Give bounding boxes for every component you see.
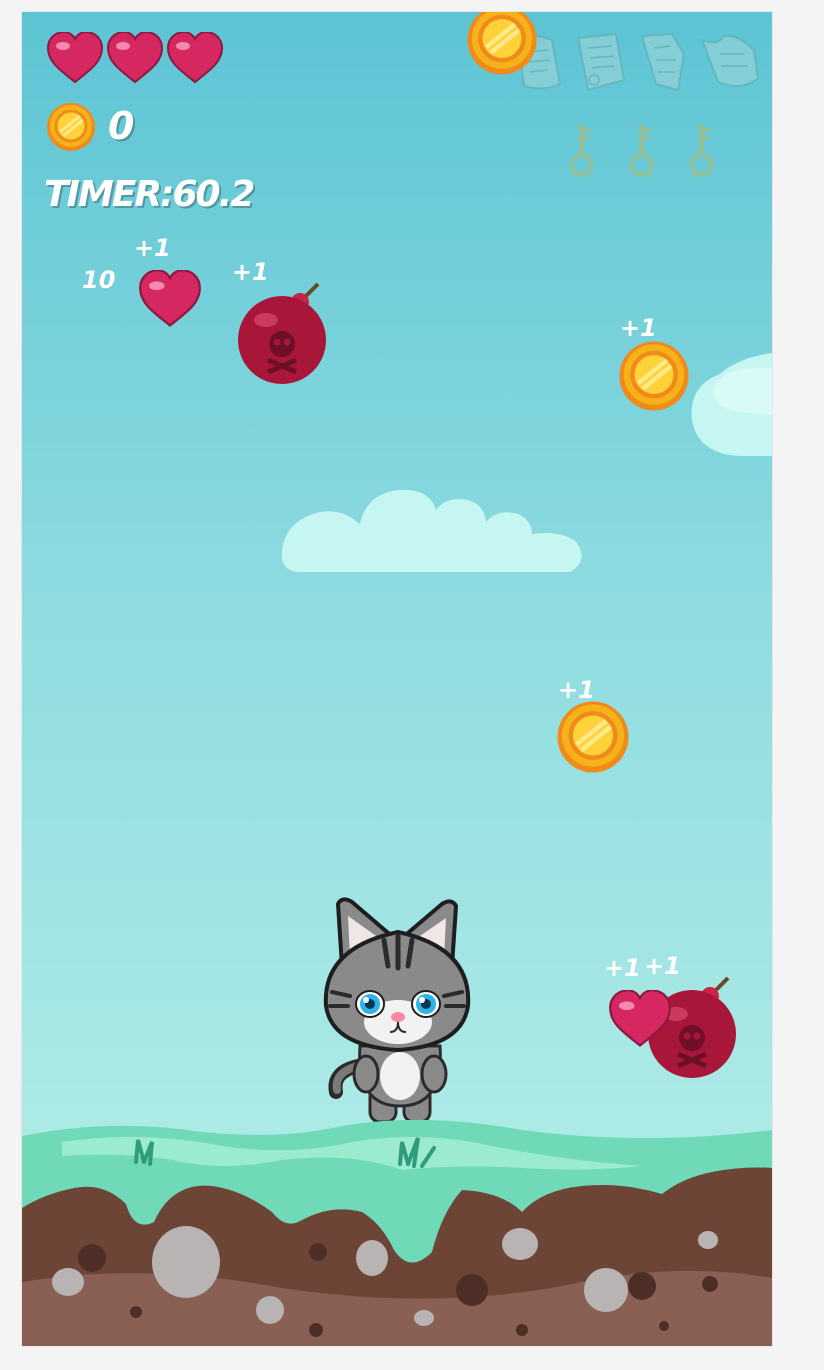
key-2-icon: [629, 124, 654, 177]
coin-count: 0: [108, 104, 135, 148]
heart-icon: [106, 32, 164, 84]
timer-label: TIMER:: [44, 174, 174, 215]
scroll-piece-2-icon: [576, 32, 626, 92]
plus-one-popup: +1: [134, 234, 171, 262]
cloud-icon: [691, 352, 772, 456]
scroll-collection: [512, 30, 762, 94]
plus-one-popup: +1: [620, 314, 657, 342]
timer: TIMER:60.2: [44, 174, 255, 215]
lives-bar: [46, 32, 224, 84]
score-popup: 10: [82, 266, 116, 294]
cloud-icon: [281, 489, 582, 572]
key-3-icon: [689, 124, 714, 177]
bomb-icon[interactable]: [236, 282, 332, 386]
falling-heart-icon[interactable]: [138, 270, 202, 328]
timer-value: 60.2: [172, 174, 255, 215]
key-1-icon: [569, 124, 594, 177]
game-canvas[interactable]: 0 TIMER:60.2 10 +1 +1 +1 +1 +1 +1: [22, 12, 772, 1346]
falling-coin-icon[interactable]: [618, 340, 690, 412]
heart-icon: [166, 32, 224, 84]
falling-heart-icon[interactable]: [608, 990, 672, 1048]
scroll-piece-3-icon: [640, 32, 686, 92]
key-collection: [568, 122, 716, 178]
coin-icon: [47, 103, 95, 151]
ground: [22, 1119, 772, 1346]
scroll-piece-4-icon: [700, 34, 760, 88]
heart-icon: [46, 32, 104, 84]
falling-coin-icon[interactable]: [466, 12, 538, 76]
falling-coin-icon[interactable]: [556, 700, 630, 774]
plus-one-popup: +1: [604, 954, 641, 982]
cat-player[interactable]: [312, 896, 482, 1126]
